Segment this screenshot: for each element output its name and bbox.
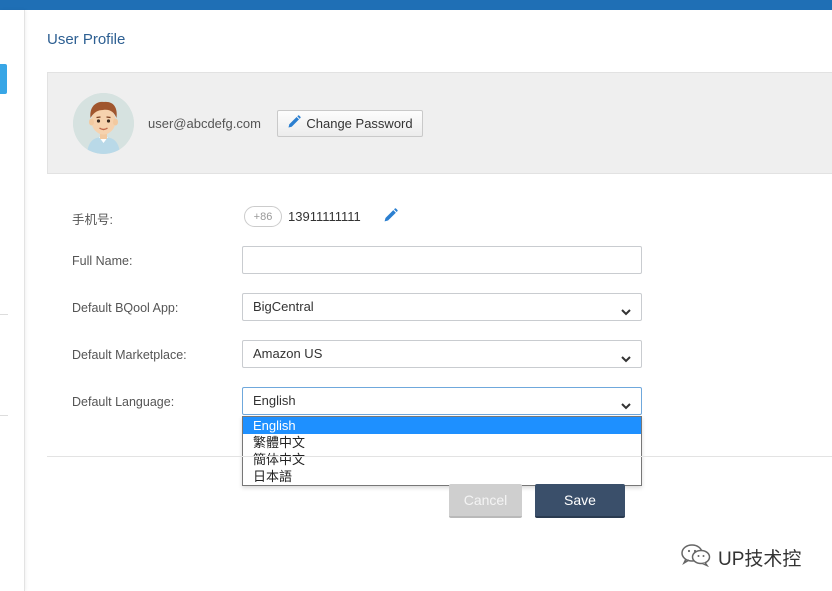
full-name-label: Full Name: [72,254,133,268]
phone-number: 13911111111 [288,209,361,224]
form-divider [47,456,832,457]
chevron-down-icon [620,301,632,327]
sidebar-divider [0,314,8,315]
change-password-button[interactable]: Change Password [277,110,423,137]
default-app-label: Default BQool App: [72,301,179,315]
pencil-icon [287,115,302,132]
chevron-down-icon [620,348,632,374]
sidebar-active-marker[interactable] [0,64,7,94]
default-marketplace-value: Amazon US [253,346,323,361]
watermark: UP技术控 [680,543,801,572]
sidebar-divider [0,415,8,416]
phone-label: 手机号: [72,213,113,227]
page-title: User Profile [47,31,126,48]
language-option-english[interactable]: English [243,417,641,434]
phone-country-code: +86 [244,206,282,227]
language-option-japanese[interactable]: 日本語 [243,468,641,485]
language-option-simplified-chinese[interactable]: 簡体中文 [243,451,641,468]
language-option-traditional-chinese[interactable]: 繁體中文 [243,434,641,451]
profile-panel: user@abcdefg.com Change Password [47,72,832,174]
cancel-button[interactable]: Cancel [449,484,522,518]
default-language-value: English [253,393,296,408]
default-marketplace-label: Default Marketplace: [72,348,187,362]
full-name-input[interactable] [242,246,642,274]
wechat-icon [680,543,712,572]
sidebar [0,10,25,591]
top-app-bar [0,0,832,10]
change-password-label: Change Password [306,116,413,131]
default-marketplace-select[interactable]: Amazon US [242,340,642,368]
watermark-text: UP技术控 [718,549,802,570]
default-language-label: Default Language: [72,395,175,409]
save-button[interactable]: Save [535,484,625,518]
pencil-icon[interactable] [383,208,398,228]
default-app-value: BigCentral [253,299,314,314]
user-email: user@abcdefg.com [148,116,261,131]
default-app-select[interactable]: BigCentral [242,293,642,321]
language-dropdown-list: English 繁體中文 簡体中文 日本語 [242,416,642,486]
user-avatar [73,93,134,154]
default-language-select[interactable]: English [242,387,642,415]
